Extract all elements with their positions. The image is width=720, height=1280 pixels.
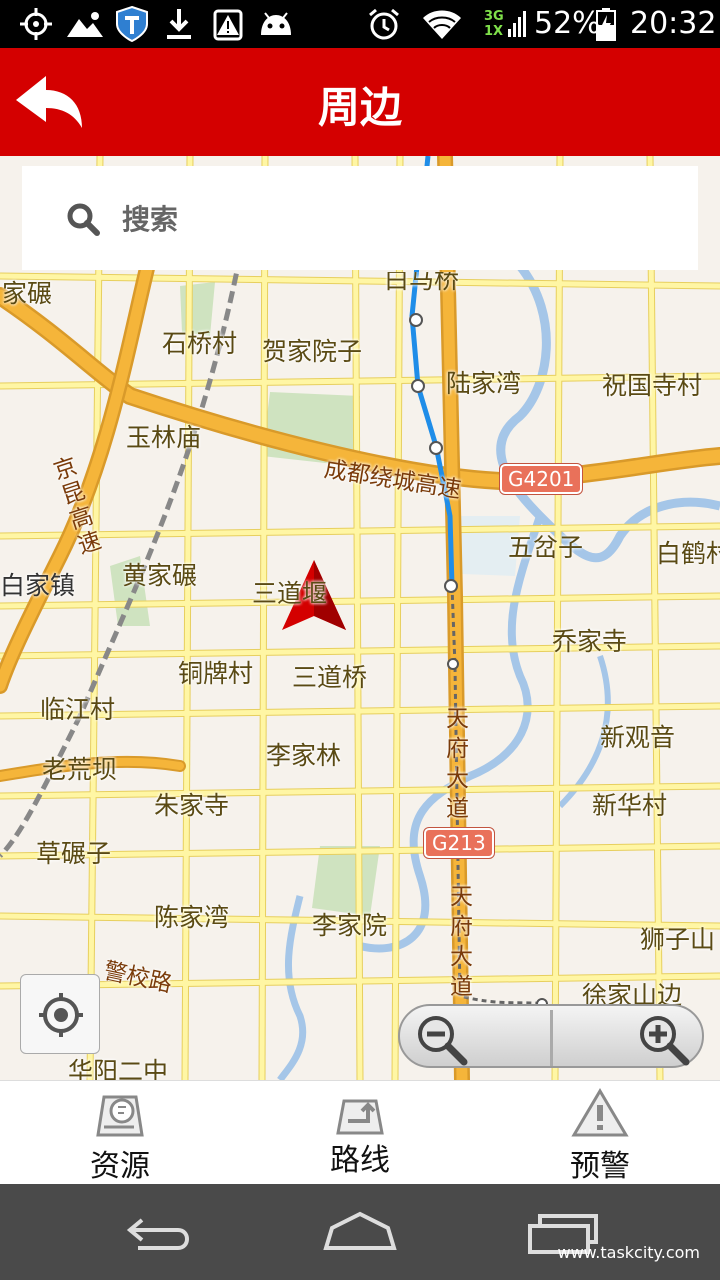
wifi-icon (420, 8, 464, 40)
app-bar: 周边 (0, 48, 720, 156)
place-label: 三道桥 (292, 663, 368, 692)
place-label: 贺家院子 (262, 337, 363, 366)
route-icon (330, 1087, 390, 1139)
place-label: 草碾子 (36, 839, 112, 868)
place-label: 白鹤村 (656, 539, 720, 568)
map-view[interactable]: 家碾 石桥村 贺家院子 白马桥 陆家湾 祝国寺村 玉林庙 五岔子 白鹤村 白家镇… (0, 156, 720, 1080)
zoom-divider (550, 1010, 553, 1066)
alarm-icon (366, 8, 402, 40)
place-label: 石桥村 (162, 329, 238, 358)
place-label: 临江村 (40, 695, 116, 724)
place-label: 白家镇 (0, 571, 76, 600)
search-bar[interactable]: 搜索 (22, 166, 698, 270)
battery-icon (594, 8, 618, 41)
place-label: 黄家碾 (122, 561, 198, 590)
tab-label: 路线 (330, 1143, 390, 1178)
place-label: 乔家寺 (552, 627, 628, 656)
place-label: 铜牌村 (178, 659, 254, 688)
place-label: 李家林 (266, 741, 342, 770)
metro-stations (409, 313, 548, 1010)
battery-percent: 52% (534, 6, 601, 41)
gps-icon (18, 8, 54, 40)
place-label: 李家院 (312, 911, 388, 940)
network-type-bottom: 1X (484, 24, 504, 39)
place-label: 陈家湾 (154, 903, 230, 932)
place-label: 新观音 (600, 723, 676, 752)
place-label: 朱家寺 (154, 791, 230, 820)
highway-shield: G213 (423, 827, 495, 859)
bottom-tab-bar: 资源 路线 预警 (0, 1080, 720, 1184)
place-label: 狮子山 (640, 925, 716, 954)
page-title: 周边 (317, 83, 402, 132)
zoom-out-icon[interactable] (414, 1012, 468, 1066)
place-label: 三道堰 (252, 579, 328, 608)
place-label: 老荒坝 (42, 755, 118, 784)
warning-battery-icon (210, 8, 246, 41)
place-label: 祝国寺村 (602, 371, 703, 400)
android-icon (256, 8, 296, 40)
tab-resources[interactable]: 资源 (0, 1081, 240, 1185)
system-nav-bar: www.taskcity.com (0, 1184, 720, 1280)
clock: 20:32 (630, 6, 717, 41)
nav-back-icon[interactable] (120, 1208, 200, 1258)
highway-shield: G4201 (498, 463, 584, 495)
river (496, 263, 720, 563)
map-resource-icon (90, 1087, 150, 1139)
zoom-control (398, 1004, 704, 1068)
nav-home-icon[interactable] (320, 1208, 400, 1258)
tab-label: 预警 (570, 1149, 630, 1184)
tab-warning[interactable]: 预警 (480, 1081, 720, 1185)
place-label: 新华村 (592, 791, 668, 820)
network-type-top: 3G (484, 9, 504, 24)
shield-app-icon (114, 6, 150, 42)
locate-icon (39, 993, 83, 1037)
road-label: 天府大道 (446, 706, 469, 822)
place-label: 陆家湾 (446, 369, 522, 398)
watermark: www.taskcity.com (557, 1243, 700, 1262)
warning-icon (570, 1087, 630, 1139)
zoom-in-icon[interactable] (636, 1012, 690, 1066)
download-icon (164, 8, 194, 40)
place-label: 玉林庙 (126, 423, 202, 452)
tab-route[interactable]: 路线 (240, 1081, 480, 1185)
status-bar: 3G 1X 52% 20:32 (0, 0, 720, 48)
place-label: 家碾 (2, 279, 53, 308)
signal-bars-icon (506, 8, 528, 40)
search-placeholder: 搜索 (122, 203, 179, 236)
tab-label: 资源 (90, 1149, 150, 1184)
place-label: 五岔子 (508, 533, 584, 562)
locate-button[interactable] (20, 974, 100, 1054)
place-label: 华阳二中 (68, 1057, 169, 1080)
search-icon (66, 202, 100, 236)
road-label: 天府大道 (450, 884, 473, 1000)
picture-icon (64, 8, 106, 40)
